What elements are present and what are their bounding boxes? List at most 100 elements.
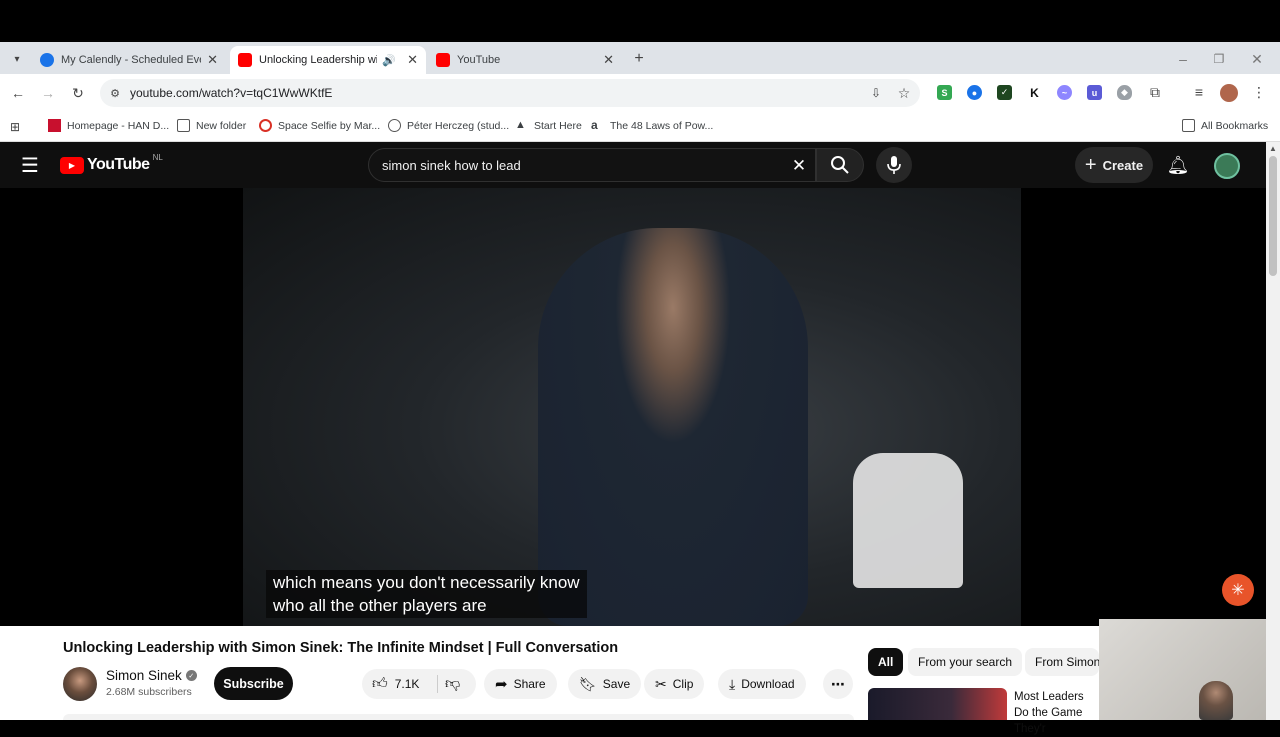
browser-chrome: ▾ My Calendly - Scheduled Events ✕ Unloc… (0, 42, 1280, 142)
more-actions-button[interactable]: ⋯ (823, 669, 853, 699)
filter-chip-all[interactable]: All (868, 648, 904, 676)
tab-title: My Calendly - Scheduled Events (61, 54, 201, 66)
extension-shield-icon[interactable]: ◆ (1117, 85, 1132, 100)
apps-grid-icon[interactable]: ⊞ (8, 120, 22, 134)
speaker-icon[interactable]: 🔊 (382, 54, 396, 67)
chip-label: From Simon (1035, 655, 1099, 669)
subscribe-button[interactable]: Subscribe (214, 667, 293, 700)
extension-s-icon[interactable]: S (937, 85, 952, 100)
thumbs-down-icon[interactable]: 👎︎ (445, 675, 460, 693)
search-icon (831, 156, 849, 174)
all-bookmarks[interactable]: All Bookmarks (1182, 119, 1268, 132)
more-icon: ⋯ (831, 675, 845, 692)
calendly-favicon (40, 53, 54, 67)
bookmark-start-here[interactable]: ▲ Start Here (515, 119, 582, 132)
page-scrollbar[interactable]: ▲ (1266, 142, 1280, 720)
browser-menu-icon[interactable]: ⋮ (1250, 83, 1268, 101)
save-label: Save (602, 677, 631, 691)
forward-icon[interactable]: → (38, 83, 58, 103)
extension-check-icon[interactable]: ✓ (997, 85, 1012, 100)
bookmark-star-icon[interactable]: ☆ (896, 85, 912, 101)
like-dislike-group: 👍︎ 7.1K 👎︎ (362, 669, 476, 699)
extension-circle-icon[interactable]: ● (967, 85, 982, 100)
tab-strip: ▾ My Calendly - Scheduled Events ✕ Unloc… (0, 42, 1280, 74)
youtube-logo[interactable]: ▶ YouTube NL (60, 153, 163, 174)
bookmark-space-selfie[interactable]: Space Selfie by Mar... (259, 119, 380, 132)
subscriber-count: 2.68M subscribers (106, 686, 192, 698)
minimize-icon[interactable]: – (1174, 50, 1192, 68)
video-player[interactable]: which means you don't necessarily know w… (0, 188, 1266, 626)
recommended-thumbnail[interactable] (868, 688, 1007, 720)
share-button[interactable]: ➦ Share (484, 669, 557, 699)
channel-name-text: Simon Sinek (106, 668, 182, 683)
bookmark-homepage-han[interactable]: Homepage - HAN D... (48, 119, 169, 132)
address-bar[interactable]: ⚙ youtube.com/watch?v=tqC1WwWKtfE ⇩ ☆ (100, 79, 920, 107)
close-window-icon[interactable]: ✕ (1248, 50, 1266, 68)
caption-line-1: which means you don't necessarily know (273, 573, 580, 592)
tab-youtube[interactable]: YouTube ✕ (428, 46, 622, 74)
search-button[interactable] (816, 148, 864, 182)
search-input[interactable]: simon sinek how to lead ✕ (368, 148, 816, 182)
floating-extension-icon[interactable]: ✳ (1222, 574, 1254, 606)
tab-calendly[interactable]: My Calendly - Scheduled Events ✕ (32, 46, 226, 74)
notifications-bell-icon[interactable]: 🔔︎ (1166, 153, 1190, 177)
folder-icon (1182, 119, 1195, 132)
like-button[interactable]: 👍︎ 7.1K (372, 669, 419, 699)
filter-chip-from-channel[interactable]: From Simon (1025, 648, 1099, 676)
hamburger-menu-icon[interactable]: ☰ (18, 153, 42, 177)
description-box-edge (63, 714, 854, 720)
video-frame[interactable] (243, 188, 1021, 626)
scroll-up-arrow-icon[interactable]: ▲ (1269, 144, 1277, 153)
webcam-person (1199, 681, 1233, 720)
channel-avatar[interactable] (63, 667, 97, 701)
han-favicon (48, 119, 61, 132)
close-tab-icon[interactable]: ✕ (603, 52, 614, 68)
reload-icon[interactable]: ↻ (68, 83, 88, 103)
account-avatar[interactable] (1214, 153, 1240, 179)
white-chair (853, 453, 963, 588)
youtube-header: ☰ ▶ YouTube NL simon sinek how to lead ✕… (0, 142, 1266, 188)
chip-label: From your search (918, 655, 1013, 669)
tab-unlocking-leadership[interactable]: Unlocking Leadership with Simon Sinek 🔊 … (230, 46, 426, 74)
extension-u-icon[interactable]: u (1087, 85, 1102, 100)
create-label: Create (1102, 157, 1144, 173)
download-button[interactable]: ⤓ Download (718, 669, 806, 699)
profile-avatar[interactable] (1220, 84, 1238, 102)
reading-list-icon[interactable]: ≡ (1190, 83, 1208, 101)
scissors-icon: ✂ (655, 675, 667, 692)
extension-k-icon[interactable]: K (1027, 85, 1042, 100)
extensions-puzzle-icon[interactable]: ⧉ (1146, 83, 1164, 101)
bookmark-48-laws[interactable]: a The 48 Laws of Pow... (591, 119, 713, 132)
filter-chip-from-search[interactable]: From your search (908, 648, 1023, 676)
save-button[interactable]: 🔖︎ Save (568, 669, 642, 699)
subscribe-label: Subscribe (223, 676, 284, 691)
restore-icon[interactable]: ❐ (1210, 50, 1228, 68)
close-tab-icon[interactable]: ✕ (407, 52, 418, 68)
site-info-icon[interactable]: ⚙ (108, 86, 122, 100)
clip-button[interactable]: ✂ Clip (644, 669, 705, 699)
plus-icon: + (1084, 153, 1097, 176)
extension-feather-icon[interactable]: ~ (1057, 85, 1072, 100)
recommended-title[interactable]: Most Leaders Do the Game They'r (1014, 689, 1098, 737)
new-tab-icon[interactable]: + (630, 50, 648, 68)
speaker-figure (538, 228, 808, 626)
voice-search-button[interactable] (876, 147, 912, 183)
verified-icon: ✓ (185, 670, 197, 681)
clip-label: Clip (672, 677, 694, 691)
bookmark-label: Péter Herczeg (stud... (407, 119, 510, 132)
scrollbar-thumb[interactable] (1269, 156, 1277, 276)
tab-search-icon[interactable]: ▾ (8, 50, 26, 68)
thumbs-up-icon: 👍︎ (372, 675, 388, 692)
create-button[interactable]: + Create (1075, 147, 1153, 183)
clear-search-icon[interactable]: ✕ (789, 156, 809, 176)
bookmark-peter-herczeg[interactable]: Péter Herczeg (stud... (388, 119, 509, 132)
chip-label: All (878, 655, 894, 669)
bookmark-label: Space Selfie by Mar... (278, 119, 381, 132)
back-icon[interactable]: ← (8, 83, 28, 103)
close-tab-icon[interactable]: ✕ (207, 52, 218, 68)
share-label: Share (513, 677, 546, 691)
install-app-icon[interactable]: ⇩ (868, 85, 884, 101)
channel-name[interactable]: Simon Sinek ✓ (106, 668, 197, 683)
bookmark-new-folder[interactable]: New folder (177, 119, 246, 132)
microphone-icon (887, 156, 901, 174)
